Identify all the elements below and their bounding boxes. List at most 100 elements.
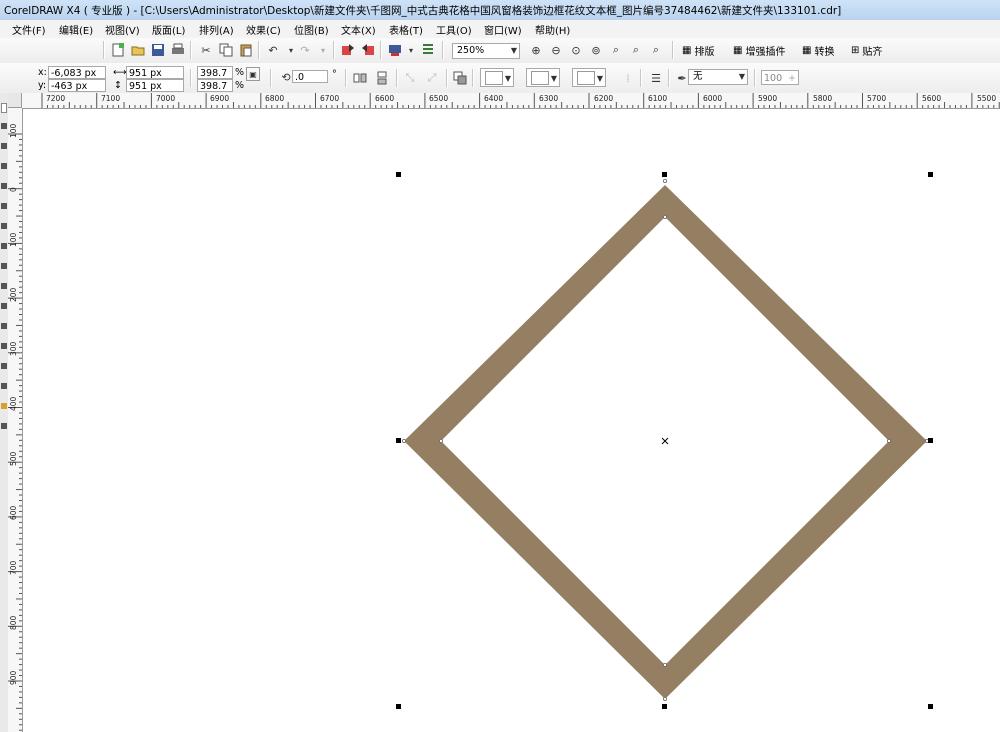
- table-tool-icon[interactable]: [1, 323, 7, 329]
- height-field[interactable]: 951 px: [126, 79, 184, 92]
- wrap-paragraph-icon[interactable]: ⤡: [402, 70, 418, 86]
- zoom-out-icon[interactable]: ⊖: [548, 42, 564, 58]
- selection-handle-left[interactable]: [396, 438, 401, 443]
- rotation-angle-field[interactable]: .0: [292, 70, 328, 83]
- vertical-ruler[interactable]: 100 0 100 200 300 400 500 600 700 800 90…: [8, 108, 23, 732]
- dimension-tool-icon[interactable]: [1, 343, 7, 349]
- selection-handle-bottom[interactable]: [662, 704, 667, 709]
- export-icon[interactable]: [360, 42, 376, 58]
- redo-dropdown-icon[interactable]: ▾: [315, 42, 331, 58]
- menu-view[interactable]: 视图(V): [105, 22, 140, 37]
- fill-color-combo[interactable]: ▼: [480, 68, 514, 87]
- horizontal-ruler[interactable]: 7200 7100 7000 6900 6800 6700 6600 6500 …: [22, 93, 1000, 109]
- freehand-tool-icon[interactable]: [1, 183, 7, 189]
- menu-arrange[interactable]: 排列(A): [199, 22, 234, 37]
- connector-tool-icon[interactable]: [1, 363, 7, 369]
- separator: [270, 69, 272, 87]
- y-position-field[interactable]: -463 px: [48, 79, 106, 92]
- smart-fill-tool-icon[interactable]: [1, 203, 7, 209]
- new-document-icon[interactable]: [110, 42, 126, 58]
- zoom-in-icon[interactable]: ⊕: [528, 42, 544, 58]
- menu-file[interactable]: 文件(F): [12, 22, 46, 37]
- opacity-field[interactable]: 100 +: [761, 70, 799, 85]
- selection-handle-top-left[interactable]: [396, 172, 401, 177]
- print-icon[interactable]: [170, 42, 186, 58]
- ellipse-tool-icon[interactable]: [1, 243, 7, 249]
- zoom-selected-icon[interactable]: ⊙: [568, 42, 584, 58]
- menu-edit[interactable]: 编辑(E): [59, 22, 93, 37]
- plugin-layout-button[interactable]: ▦ 排版: [682, 42, 714, 58]
- menu-help[interactable]: 帮助(H): [535, 22, 570, 37]
- mirror-horizontal-icon[interactable]: [352, 70, 368, 86]
- menu-tools[interactable]: 工具(O): [436, 22, 472, 37]
- outline-width-combo[interactable]: 无 ▼: [688, 69, 748, 85]
- polygon-tool-icon[interactable]: [1, 263, 7, 269]
- zoom-level-combo[interactable]: 250% ▼: [452, 43, 520, 59]
- zoom-width-icon[interactable]: ⌕: [628, 42, 644, 58]
- cut-icon[interactable]: ✂: [198, 42, 214, 58]
- plugin-snap-button[interactable]: ⊞ 贴齐: [851, 42, 882, 58]
- undo-icon[interactable]: ↶: [265, 42, 281, 58]
- node-handle[interactable]: [663, 663, 668, 668]
- text-direction-icon[interactable]: ⁞: [620, 70, 636, 86]
- zoom-height-icon[interactable]: ⌕: [648, 42, 664, 58]
- grid-icon: ▦: [802, 44, 812, 56]
- menu-layout[interactable]: 版面(L): [152, 22, 185, 37]
- blend-tool-icon[interactable]: [1, 383, 7, 389]
- selection-handle-top-right[interactable]: [928, 172, 933, 177]
- x-position-field[interactable]: -6,083 px: [48, 66, 106, 79]
- scale-width-field[interactable]: 398.7: [197, 66, 233, 79]
- plugin-convert-button[interactable]: ▦ 转换: [802, 42, 834, 58]
- open-folder-icon[interactable]: [130, 42, 146, 58]
- selection-handle-top[interactable]: [662, 172, 667, 177]
- zoom-all-objects-icon[interactable]: ⊚: [588, 42, 604, 58]
- outline-tool-icon[interactable]: [1, 423, 7, 429]
- mirror-vertical-icon[interactable]: [374, 70, 390, 86]
- selection-handle-bottom-right[interactable]: [928, 704, 933, 709]
- zoom-page-icon[interactable]: ⌕: [608, 42, 624, 58]
- launcher-dropdown-icon[interactable]: ▾: [403, 42, 419, 58]
- welcome-screen-icon[interactable]: [420, 42, 436, 58]
- lock-ratio-icon[interactable]: ▣: [246, 67, 260, 81]
- outline-color-combo[interactable]: ▼: [526, 68, 560, 87]
- node-handle[interactable]: [401, 438, 406, 443]
- application-launcher-icon[interactable]: [387, 42, 403, 58]
- convert-to-curves-icon[interactable]: ⤢: [424, 70, 440, 86]
- menu-table[interactable]: 表格(T): [389, 22, 423, 37]
- v-tick-label: 0: [9, 187, 18, 192]
- eyedropper-tool-icon[interactable]: [1, 403, 7, 409]
- save-icon[interactable]: [150, 42, 166, 58]
- zoom-tool-icon[interactable]: [1, 163, 7, 169]
- node-handle[interactable]: [663, 215, 668, 220]
- node-handle[interactable]: [438, 438, 443, 443]
- rotation-center-mark[interactable]: [661, 437, 669, 445]
- selection-handle-bottom-left[interactable]: [396, 704, 401, 709]
- selection-handle-right[interactable]: [928, 438, 933, 443]
- scale-height-field[interactable]: 398.7: [197, 79, 233, 92]
- width-field[interactable]: 951 px: [126, 66, 184, 79]
- text-tool-icon[interactable]: [1, 303, 7, 309]
- arrange-order-icon[interactable]: [452, 70, 468, 86]
- plugin-enhance-button[interactable]: ▦ 增强插件: [733, 42, 785, 58]
- h-tick-label: 5700: [867, 94, 887, 103]
- text-align-icon[interactable]: ☰: [648, 70, 664, 86]
- import-icon[interactable]: [340, 42, 356, 58]
- menu-text[interactable]: 文本(X): [341, 22, 376, 37]
- rectangle-tool-icon[interactable]: [1, 223, 7, 229]
- drawing-canvas[interactable]: [23, 109, 1000, 732]
- menu-window[interactable]: 窗口(W): [484, 22, 522, 37]
- redo-icon[interactable]: ↷: [297, 42, 313, 58]
- node-handle[interactable]: [663, 697, 668, 702]
- shape-tool-icon[interactable]: [1, 123, 7, 129]
- menu-effects[interactable]: 效果(C): [246, 22, 281, 37]
- paste-icon[interactable]: [238, 42, 254, 58]
- menu-bitmaps[interactable]: 位图(B): [294, 22, 329, 37]
- crop-tool-icon[interactable]: [1, 143, 7, 149]
- pick-tool-icon[interactable]: [1, 103, 7, 113]
- style-combo[interactable]: ▼: [572, 68, 606, 87]
- ruler-origin[interactable]: [8, 93, 22, 108]
- node-handle[interactable]: [887, 438, 892, 443]
- basic-shapes-tool-icon[interactable]: [1, 283, 7, 289]
- node-handle[interactable]: [663, 179, 668, 184]
- copy-icon[interactable]: [218, 42, 234, 58]
